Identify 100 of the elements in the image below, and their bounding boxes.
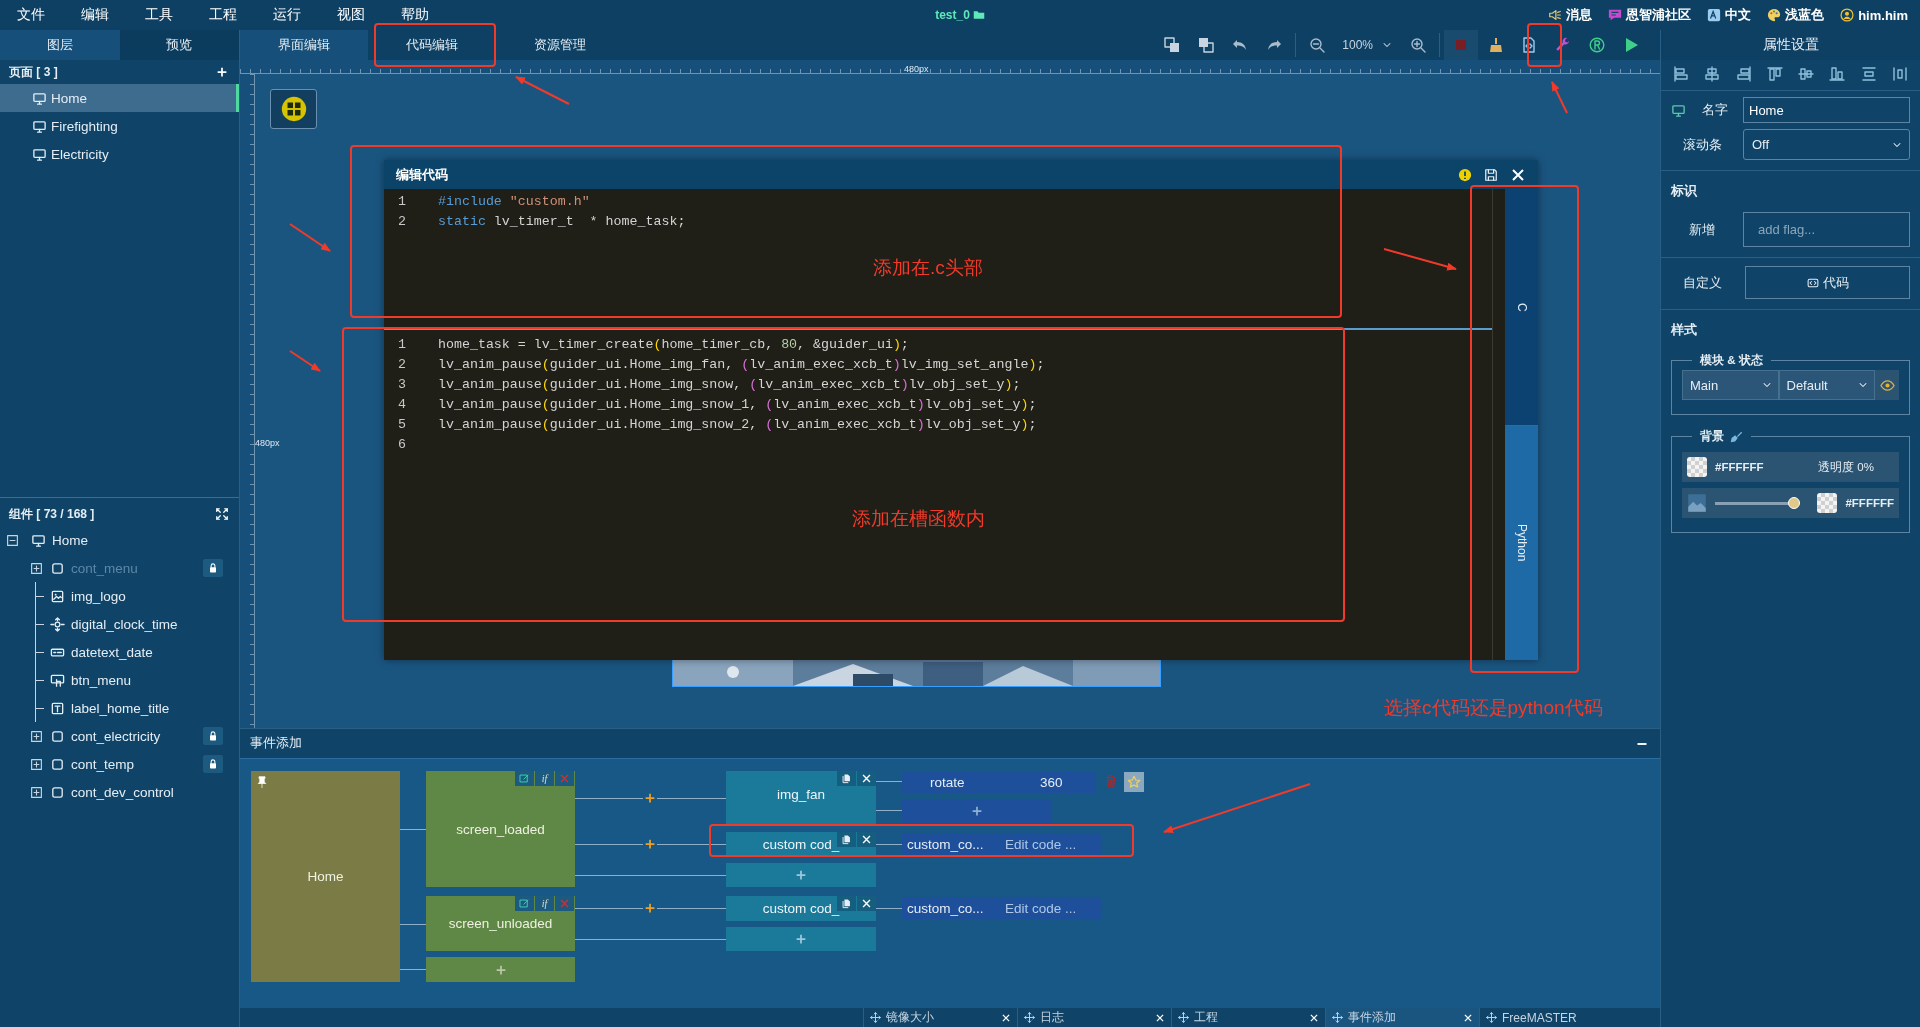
- code-line: lv_anim_pause(guider_ui.Home_img_snow_1, (lv_anim_exec_xcb_t)lv_obj_set_y);: [438, 396, 1037, 412]
- brush-icon[interactable]: [1729, 429, 1743, 444]
- edit-button[interactable]: [514, 771, 534, 786]
- align-icon[interactable]: [1735, 66, 1752, 82]
- expand-icon[interactable]: [29, 561, 43, 575]
- save-icon[interactable]: [1484, 167, 1498, 182]
- star-button[interactable]: [1124, 772, 1144, 792]
- move-icon[interactable]: [1024, 1012, 1035, 1023]
- menu-item[interactable]: 视图: [326, 2, 376, 28]
- editor-tab[interactable]: 界面编辑: [240, 30, 368, 60]
- code-button[interactable]: 代码: [1745, 266, 1910, 299]
- annotation-box: [1527, 23, 1562, 67]
- part-dropdown[interactable]: Main: [1682, 370, 1779, 400]
- tree-item-label[interactable]: datetext_date: [71, 644, 153, 660]
- align-icon[interactable]: [1798, 66, 1815, 82]
- tree-item-label[interactable]: cont_dev_control: [71, 784, 174, 800]
- lock-toggle[interactable]: [203, 559, 223, 577]
- close-button[interactable]: [856, 832, 876, 847]
- code-line: lv_anim_pause(guider_ui.Home_img_snow_2, (lv_anim_exec_xcb_t)lv_obj_set_y);: [438, 416, 1037, 432]
- slider-handle[interactable]: [1787, 496, 1800, 509]
- copy-button[interactable]: [836, 771, 856, 786]
- color-swatch[interactable]: [1817, 493, 1838, 513]
- language-tab[interactable]: C: [1505, 189, 1538, 425]
- palette-icon: [1767, 8, 1782, 22]
- close-icon[interactable]: [1309, 1012, 1319, 1023]
- image-icon[interactable]: [1687, 493, 1707, 513]
- close-icon[interactable]: [1463, 1012, 1473, 1023]
- name-field[interactable]: Home: [1743, 97, 1910, 123]
- line-number: 3: [397, 376, 406, 392]
- condition-button[interactable]: if: [534, 771, 554, 786]
- menu-item[interactable]: 帮助: [390, 2, 440, 28]
- menu-item[interactable]: 工具: [134, 2, 184, 28]
- state-dropdown[interactable]: Default: [1778, 370, 1875, 400]
- edit-code-link[interactable]: Edit code ...: [1005, 836, 1077, 852]
- panel-tab[interactable]: 预览: [119, 30, 239, 60]
- lock-icon: [207, 730, 219, 742]
- flag-field[interactable]: add flag...: [1743, 212, 1910, 247]
- text-label-icon: [50, 700, 65, 716]
- header-link[interactable]: 中文: [1707, 6, 1752, 24]
- edit-button[interactable]: [514, 896, 534, 911]
- tree-item-label[interactable]: cont_electricity: [71, 728, 161, 744]
- move-icon[interactable]: [1486, 1012, 1497, 1023]
- dock-tab[interactable]: 镜像大小: [863, 1008, 1017, 1027]
- lock-toggle[interactable]: [203, 755, 223, 773]
- align-icon[interactable]: [1829, 66, 1846, 82]
- annotation-text: 选择c代码还是python代码: [1384, 696, 1603, 720]
- move-icon[interactable]: [870, 1012, 881, 1023]
- close-icon[interactable]: [1001, 1012, 1011, 1023]
- align-icon[interactable]: [1766, 66, 1783, 82]
- align-icon[interactable]: [1860, 66, 1877, 82]
- warning-icon[interactable]: [1458, 167, 1472, 182]
- tree-item-label[interactable]: img_logo: [71, 588, 126, 604]
- move-icon[interactable]: [1332, 1012, 1343, 1023]
- menu-item[interactable]: 文件: [6, 2, 56, 28]
- dock-tab[interactable]: 事件添加: [1325, 1008, 1479, 1027]
- color-swatch[interactable]: [1687, 457, 1707, 477]
- close-icon[interactable]: [1155, 1012, 1165, 1023]
- code-line: home_task = lv_timer_create(home_timer_cb, 80, &guider_ui);: [438, 336, 909, 352]
- edit-code-link[interactable]: Edit code ...: [1005, 900, 1077, 916]
- page-item[interactable]: Firefighting: [0, 112, 239, 140]
- collapse-icon[interactable]: [6, 533, 19, 547]
- header-link[interactable]: 浅蓝色: [1767, 6, 1825, 24]
- expand-icon[interactable]: [29, 729, 43, 743]
- align-icon[interactable]: [1673, 66, 1689, 82]
- tree-item-label[interactable]: cont_temp: [71, 756, 135, 772]
- header-link[interactable]: him.him: [1840, 6, 1908, 24]
- lock-toggle[interactable]: [203, 727, 223, 745]
- page-item[interactable]: Home: [0, 84, 239, 112]
- close-button[interactable]: [856, 771, 876, 786]
- menu-item[interactable]: 工程: [198, 2, 248, 28]
- align-icon[interactable]: [1704, 66, 1721, 82]
- align-icon[interactable]: [1891, 66, 1908, 82]
- folder-icon[interactable]: [972, 9, 985, 21]
- close-icon[interactable]: [1510, 166, 1526, 183]
- language-tab[interactable]: Python: [1505, 425, 1538, 660]
- tree-item-label[interactable]: label_home_title: [71, 700, 170, 716]
- tree-item-label[interactable]: btn_menu: [71, 672, 132, 688]
- page-item[interactable]: Electricity: [0, 140, 239, 168]
- scrollbar-dropdown[interactable]: Off: [1743, 129, 1910, 160]
- expand-icon[interactable]: [29, 757, 43, 771]
- menu-item[interactable]: 运行: [262, 2, 312, 28]
- code-line: #include "custom.h": [438, 193, 590, 209]
- expand-icon[interactable]: [29, 785, 43, 799]
- move-icon[interactable]: [1178, 1012, 1189, 1023]
- tree-item-label[interactable]: digital_clock_time: [71, 616, 178, 632]
- group-title: 模块 & 状态: [1699, 353, 1764, 368]
- condition-button[interactable]: if: [534, 896, 554, 911]
- pin-icon[interactable]: [256, 776, 268, 788]
- tree-item-label[interactable]: Home: [52, 532, 88, 548]
- zoom-dropdown[interactable]: 100%: [1334, 38, 1401, 52]
- menu-item[interactable]: 编辑: [70, 2, 120, 28]
- screen-button[interactable]: [270, 89, 317, 129]
- action-node[interactable]: img_fan: [726, 771, 876, 825]
- close-button[interactable]: [856, 896, 876, 911]
- monitor-icon: [32, 146, 47, 162]
- header-link[interactable]: 恩智浦社区: [1608, 6, 1692, 24]
- dock-tab[interactable]: 日志: [1017, 1008, 1171, 1027]
- screen-node[interactable]: Home: [251, 771, 400, 982]
- panel-tab[interactable]: 图层: [0, 30, 120, 60]
- header-link[interactable]: 消息: [1548, 6, 1593, 24]
